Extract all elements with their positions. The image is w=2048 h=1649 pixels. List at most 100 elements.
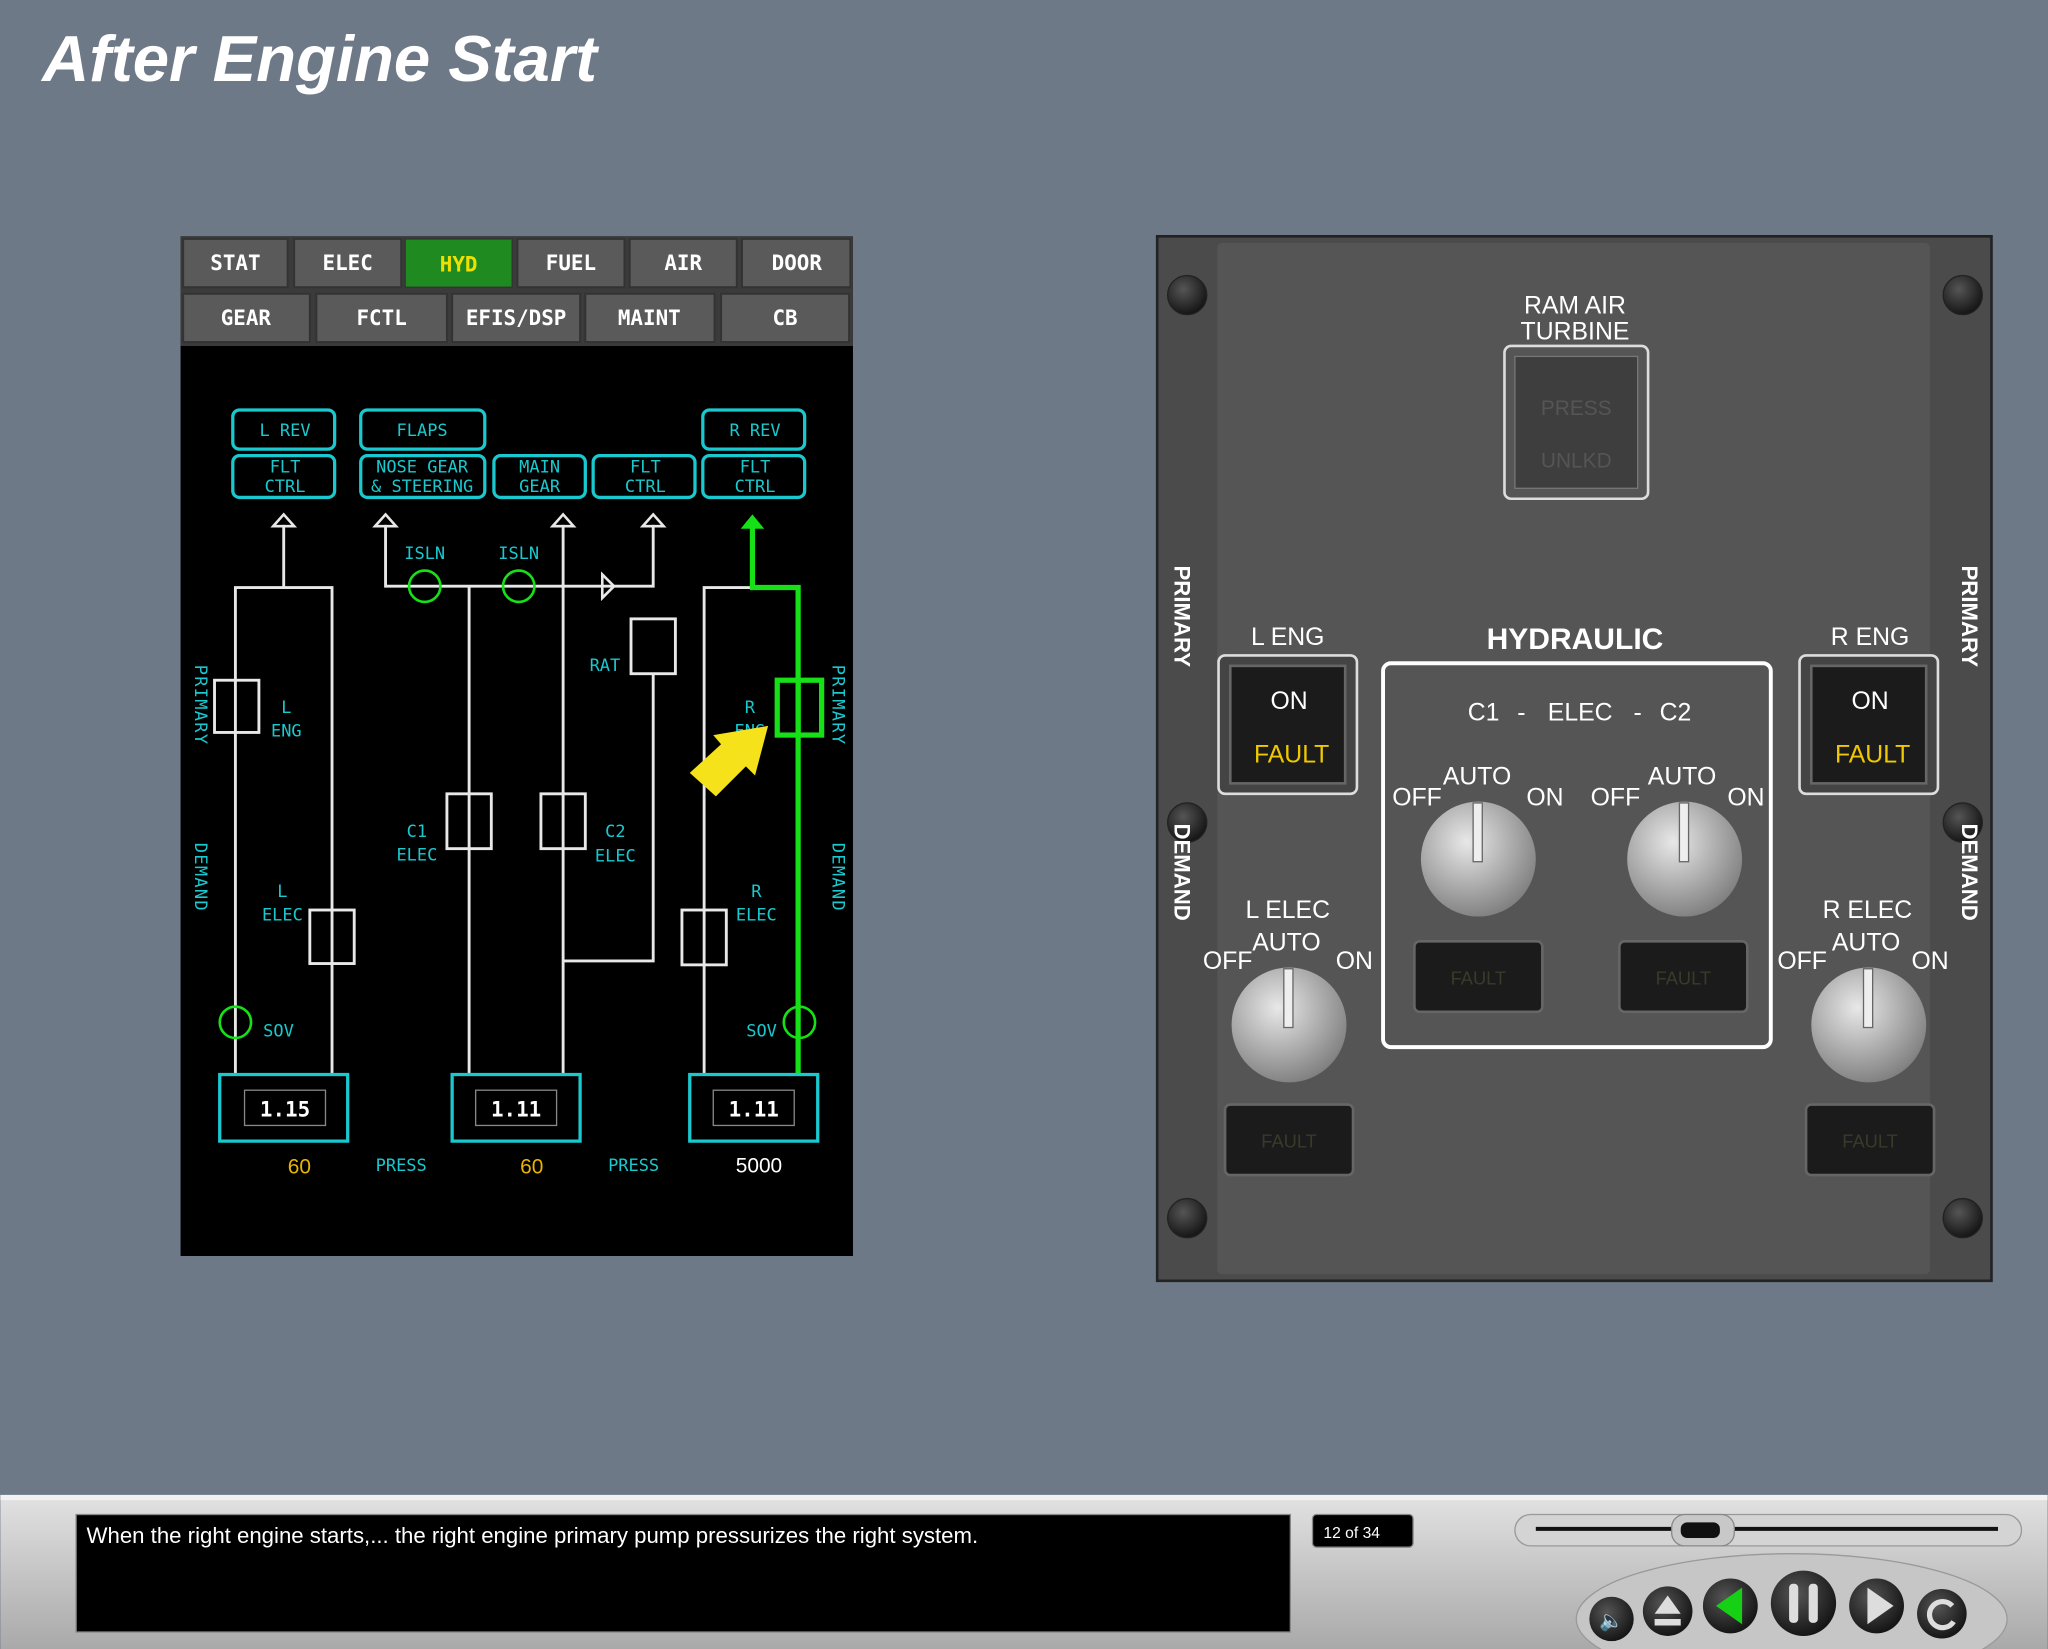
svg-text:R ENG: R ENG bbox=[1831, 624, 1910, 651]
center-pressure: 60 bbox=[520, 1156, 543, 1179]
isln-label: ISLN bbox=[404, 544, 445, 564]
svg-text:ON: ON bbox=[1851, 688, 1888, 715]
svg-text:CTRL: CTRL bbox=[265, 477, 306, 497]
r-eng-primary-pump-switch[interactable]: ON FAULT bbox=[1798, 654, 1940, 796]
svg-text:SOV: SOV bbox=[263, 1022, 294, 1042]
svg-text:ELEC: ELEC bbox=[323, 251, 373, 275]
svg-text:MAINT: MAINT bbox=[618, 306, 681, 330]
svg-text:OFF: OFF bbox=[1392, 785, 1442, 812]
svg-text:FLT: FLT bbox=[270, 458, 301, 478]
l-eng-primary-pump-switch[interactable]: ON FAULT bbox=[1217, 654, 1359, 796]
svg-text:FAULT: FAULT bbox=[1835, 741, 1910, 768]
player-bar: When the right engine starts,... the rig… bbox=[0, 1494, 2048, 1649]
svg-text:EFIS/DSP: EFIS/DSP bbox=[466, 306, 567, 330]
svg-text:R ELEC: R ELEC bbox=[1823, 897, 1913, 924]
progress-slider[interactable] bbox=[1514, 1513, 2023, 1547]
svg-text:CTRL: CTRL bbox=[735, 477, 776, 497]
isln-label: ISLN bbox=[498, 544, 539, 564]
svg-text:-: - bbox=[1517, 700, 1525, 727]
replay-button[interactable] bbox=[1917, 1588, 1967, 1639]
tab-fctl[interactable]: FCTL bbox=[315, 292, 448, 344]
page-title: After Engine Start bbox=[40, 22, 599, 95]
screen: After Engine Start STAT ELEC HYD FUEL AI… bbox=[0, 22, 2048, 1649]
svg-text:ENG: ENG bbox=[271, 721, 302, 741]
svg-text:L REV: L REV bbox=[259, 421, 310, 441]
hydraulic-title: HYDRAULIC bbox=[1487, 623, 1664, 656]
svg-text:AUTO: AUTO bbox=[1252, 929, 1320, 956]
svg-text:ON: ON bbox=[1911, 948, 1948, 975]
c2-fault-light: FAULT bbox=[1618, 940, 1749, 1014]
svg-text:1.11: 1.11 bbox=[729, 1097, 779, 1121]
svg-text:NOSE GEAR: NOSE GEAR bbox=[376, 458, 469, 478]
svg-text:PRESS: PRESS bbox=[376, 1156, 427, 1176]
svg-text:R: R bbox=[745, 698, 756, 718]
tab-stat[interactable]: STAT bbox=[182, 237, 289, 289]
svg-text:ON: ON bbox=[1727, 785, 1764, 812]
caption-text: When the right engine starts,... the rig… bbox=[87, 1523, 979, 1548]
play-button[interactable] bbox=[1849, 1578, 1904, 1634]
svg-text:FLT: FLT bbox=[630, 458, 661, 478]
svg-text:C1: C1 bbox=[1468, 700, 1500, 727]
svg-text:& STEERING: & STEERING bbox=[371, 477, 473, 497]
tab-air[interactable]: AIR bbox=[628, 237, 738, 289]
svg-text:UNLKD: UNLKD bbox=[1541, 449, 1612, 472]
svg-text:DEMAND: DEMAND bbox=[1957, 823, 1982, 920]
svg-text:FAULT: FAULT bbox=[1842, 1131, 1897, 1152]
svg-text:🔈: 🔈 bbox=[1599, 1610, 1623, 1632]
left-pressure: 60 bbox=[288, 1156, 311, 1179]
audio-button[interactable]: 🔈 bbox=[1589, 1596, 1634, 1642]
svg-text:FAULT: FAULT bbox=[1254, 741, 1329, 768]
svg-text:DOOR: DOOR bbox=[772, 251, 823, 275]
svg-text:PRESS: PRESS bbox=[608, 1156, 659, 1176]
svg-text:CTRL: CTRL bbox=[625, 477, 666, 497]
svg-text:FAULT: FAULT bbox=[1261, 1131, 1316, 1152]
right-pressure: 5000 bbox=[736, 1154, 782, 1177]
svg-text:L: L bbox=[277, 882, 287, 902]
svg-text:ELEC: ELEC bbox=[1548, 700, 1613, 727]
svg-text:C2: C2 bbox=[605, 822, 625, 842]
svg-text:12 of 34: 12 of 34 bbox=[1323, 1525, 1380, 1542]
svg-text:1.15: 1.15 bbox=[260, 1097, 310, 1121]
svg-text:MAIN: MAIN bbox=[519, 458, 560, 478]
svg-text:C2: C2 bbox=[1660, 700, 1692, 727]
tab-hyd[interactable]: HYD bbox=[404, 238, 513, 288]
svg-text:PRIMARY: PRIMARY bbox=[190, 665, 210, 746]
svg-text:L: L bbox=[281, 698, 291, 718]
svg-text:PRIMARY: PRIMARY bbox=[1957, 566, 1982, 668]
pause-button[interactable] bbox=[1770, 1570, 1837, 1636]
svg-text:AUTO: AUTO bbox=[1648, 764, 1716, 791]
r-elec-fault-light: FAULT bbox=[1804, 1103, 1936, 1177]
svg-text:FAULT: FAULT bbox=[1656, 967, 1711, 988]
svg-text:AIR: AIR bbox=[664, 251, 702, 275]
consumer-nose-gear: NOSE GEAR& STEERING bbox=[359, 454, 487, 500]
svg-text:FAULT: FAULT bbox=[1451, 967, 1506, 988]
svg-text:ON: ON bbox=[1270, 688, 1307, 715]
svg-text:FUEL: FUEL bbox=[546, 251, 596, 275]
svg-text:OFF: OFF bbox=[1203, 948, 1253, 975]
svg-text:FLAPS: FLAPS bbox=[397, 421, 448, 441]
back-button[interactable] bbox=[1702, 1578, 1758, 1634]
slide-counter: 12 of 34 bbox=[1311, 1513, 1414, 1548]
svg-text:STAT: STAT bbox=[210, 251, 260, 275]
svg-text:L ELEC: L ELEC bbox=[1245, 897, 1330, 924]
svg-text:DEMAND: DEMAND bbox=[190, 843, 210, 912]
svg-text:ELEC: ELEC bbox=[262, 905, 303, 925]
svg-text:OFF: OFF bbox=[1777, 948, 1827, 975]
tab-gear[interactable]: GEAR bbox=[182, 292, 311, 344]
rat-label: RAT bbox=[590, 656, 621, 676]
tab-elec[interactable]: ELEC bbox=[293, 237, 403, 289]
tab-maint[interactable]: MAINT bbox=[584, 292, 716, 344]
svg-text:DEMAND: DEMAND bbox=[827, 843, 847, 912]
svg-text:R: R bbox=[751, 882, 762, 902]
ram-air-turbine-switch[interactable]: PRESS UNLKD bbox=[1503, 344, 1650, 501]
tab-door[interactable]: DOOR bbox=[741, 237, 852, 289]
tab-cb[interactable]: CB bbox=[720, 292, 851, 344]
svg-text:DEMAND: DEMAND bbox=[1169, 823, 1194, 920]
eject-button[interactable] bbox=[1642, 1586, 1693, 1636]
svg-text:FLT: FLT bbox=[740, 458, 771, 478]
svg-text:PRESS: PRESS bbox=[1541, 397, 1612, 420]
svg-text:SOV: SOV bbox=[746, 1022, 777, 1042]
svg-text:GEAR: GEAR bbox=[519, 477, 561, 497]
tab-efis-dsp[interactable]: EFIS/DSP bbox=[451, 292, 582, 344]
tab-fuel[interactable]: FUEL bbox=[516, 237, 626, 289]
